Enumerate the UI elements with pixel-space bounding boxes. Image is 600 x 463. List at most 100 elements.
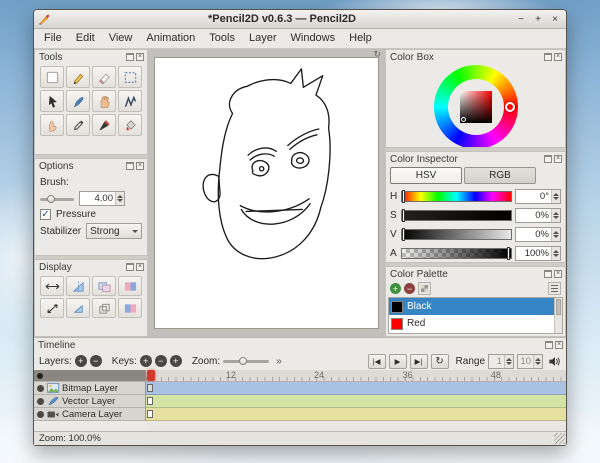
swatch-grid-mode-button[interactable] [418,282,431,295]
rgb-tab[interactable]: RGB [464,167,536,184]
move-tool-button[interactable] [40,90,64,112]
keyframe-cell[interactable] [147,384,153,392]
minimize-button[interactable]: − [514,13,528,26]
vector-track[interactable] [146,395,566,408]
add-color-button[interactable]: + [390,283,401,294]
angle-button[interactable] [40,298,64,318]
layer-row-bitmap[interactable]: Bitmap Layer [34,382,146,395]
menu-windows[interactable]: Windows [284,29,343,48]
remove-color-button[interactable]: − [404,283,415,294]
mirror-horizontal-button[interactable] [40,276,64,296]
saturation-spinbox[interactable]: 0% [515,208,561,223]
camera-track[interactable] [146,408,566,421]
menu-help[interactable]: Help [342,29,379,48]
spinner-arrows[interactable] [551,247,560,260]
onion-color-button[interactable] [118,276,142,296]
bucket-tool-button[interactable] [118,114,142,136]
menu-file[interactable]: File [37,29,69,48]
clear-tool-button[interactable] [40,66,64,88]
select-tool-button[interactable] [118,66,142,88]
remove-layer-button[interactable]: − [90,355,102,367]
next-frame-button[interactable]: ▶| [410,354,428,369]
menu-tools[interactable]: Tools [202,29,242,48]
pressure-checkbox[interactable]: ✓ [40,209,51,220]
undock-icon[interactable] [126,263,134,271]
pencil-tool-button[interactable] [66,66,90,88]
cube-button[interactable] [92,298,116,318]
eraser-tool-button[interactable] [92,66,116,88]
value-spinbox[interactable]: 0% [515,227,561,242]
close-button[interactable]: × [548,13,562,26]
saturation-slider[interactable] [401,210,512,221]
hue-slider[interactable] [401,191,512,202]
menu-edit[interactable]: Edit [69,29,102,48]
range-start-spinbox[interactable]: 1 [488,354,514,369]
sound-icon[interactable] [548,355,561,368]
spinner-arrows[interactable] [551,209,560,222]
maximize-button[interactable]: + [531,13,545,26]
palette-options-button[interactable] [548,282,561,295]
overflow-chevron-icon[interactable]: » [276,356,282,367]
visibility-icon[interactable] [37,385,44,392]
add-layer-button[interactable]: + [75,355,87,367]
undock-icon[interactable] [544,155,552,163]
menu-animation[interactable]: Animation [139,29,202,48]
mirror-vertical-button[interactable] [66,276,90,296]
palette-scrollbar[interactable] [554,298,562,333]
canvas-corner-icon[interactable]: ↻ [373,49,381,60]
add-keyframe-button[interactable]: + [140,355,152,367]
prev-frame-button[interactable]: |◀ [368,354,386,369]
eyedropper-tool-button[interactable] [66,114,90,136]
spinner-arrows[interactable] [115,192,124,205]
close-panel-icon[interactable]: × [554,53,562,61]
spinner-arrows[interactable] [533,355,542,368]
close-panel-icon[interactable]: × [136,53,144,61]
onion-color2-button[interactable] [118,298,142,318]
layer-row-vector[interactable]: Vector Layer [34,395,146,408]
timeline-zoom-slider[interactable] [223,355,269,367]
range-end-spinbox[interactable]: 10 [517,354,543,369]
flip-button[interactable] [66,298,90,318]
timeline-ruler[interactable]: 12 24 36 48 [146,370,566,382]
close-panel-icon[interactable]: × [554,270,562,278]
palette-item-black[interactable]: Black [389,298,562,315]
undock-icon[interactable] [544,53,552,61]
undock-icon[interactable] [126,162,134,170]
spinner-arrows[interactable] [551,190,560,203]
brush-size-spinbox[interactable]: 4.00 [79,191,125,206]
close-panel-icon[interactable]: × [136,162,144,170]
loop-button[interactable]: ↻ [431,354,449,369]
hue-marker[interactable] [505,102,515,112]
remove-keyframe-button[interactable]: − [155,355,167,367]
visibility-icon[interactable] [37,398,44,405]
play-button[interactable]: ▶ [389,354,407,369]
duplicate-keyframe-button[interactable]: + [170,355,182,367]
resize-grip[interactable] [554,433,565,444]
layer-row-camera[interactable]: Camera Layer [34,408,146,421]
spinner-arrows[interactable] [504,355,513,368]
hand-tool-button[interactable] [92,90,116,112]
brush-size-slider[interactable] [40,193,74,205]
overlay-button[interactable] [92,276,116,296]
polyline-tool-button[interactable] [118,90,142,112]
alpha-slider[interactable] [401,248,512,259]
undock-icon[interactable] [126,53,134,61]
spinner-arrows[interactable] [551,228,560,241]
titlebar[interactable]: *Pencil2D v0.6.3 — Pencil2D − + × [34,10,566,29]
brush-tool-button[interactable] [92,114,116,136]
undock-icon[interactable] [545,341,553,349]
bitmap-track[interactable] [146,382,566,395]
close-panel-icon[interactable]: × [136,263,144,271]
pen-tool-button[interactable] [66,90,90,112]
keyframe-cell[interactable] [147,397,153,405]
menu-view[interactable]: View [102,29,140,48]
palette-item-red[interactable]: Red [389,315,562,332]
stabilizer-dropdown[interactable]: Strong [86,223,142,239]
close-panel-icon[interactable]: × [555,341,563,349]
saturation-value-square[interactable] [460,91,492,123]
canvas-page[interactable] [154,57,379,329]
close-panel-icon[interactable]: × [554,155,562,163]
value-slider[interactable] [401,229,512,240]
scrollbar-thumb[interactable] [556,299,561,315]
undock-icon[interactable] [544,270,552,278]
